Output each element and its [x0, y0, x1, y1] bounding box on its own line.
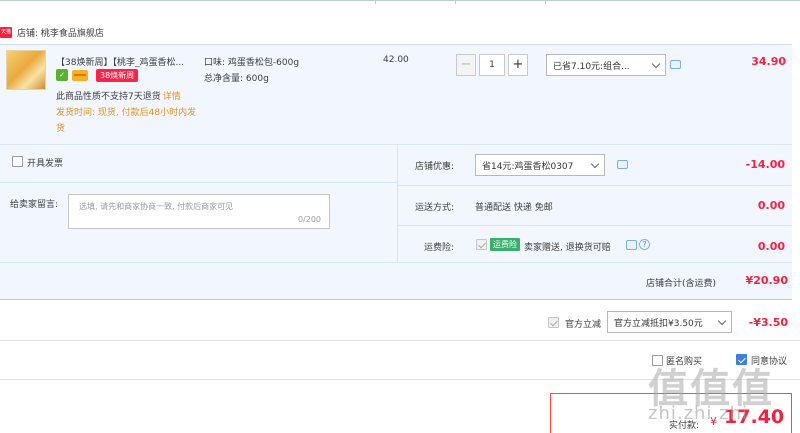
product-weight: 总净含量: 600g: [204, 74, 269, 84]
unit-price: 42.00: [383, 55, 409, 65]
seller-message-input[interactable]: 选填, 请先和商家协商一致, 付款后商家可见 0/200: [68, 194, 330, 229]
no-return-notice: 此商品性质不支持7天退货 详情: [56, 89, 181, 102]
divider: [0, 182, 397, 183]
shipping-label: 运送方式:: [415, 203, 455, 213]
help-icon[interactable]: ?: [639, 239, 650, 250]
guarantee-icon[interactable]: ✓: [56, 69, 68, 81]
tmall-badge-icon: 天猫: [0, 26, 12, 38]
official-discount-selected: 官方立减抵扣¥3.50元: [614, 318, 703, 329]
product-badges: ✓ 38焕新周: [56, 68, 139, 82]
shipping-method: 普通配送 快递 免邮: [475, 203, 553, 213]
insurance-text: 卖家赠送, 退换货可赔: [524, 243, 611, 253]
shop-name-link[interactable]: 店铺: 桃李食品旗舰店: [17, 26, 104, 39]
shop-discount-selected: 省14元:鸡蛋香松0307: [482, 161, 574, 172]
divider: [398, 225, 792, 226]
shop-discount-value: -14.00: [745, 158, 785, 171]
promo-badge: 38焕新周: [96, 68, 139, 82]
message-counter: 0/200: [297, 215, 321, 224]
official-discount-label: 官方立减: [565, 320, 602, 330]
order-item-row: 【38焕新周】【桃李_鸡蛋香松... ✓ 38焕新周 此商品性质不支持7天退货详…: [0, 44, 792, 144]
top-border: [0, 0, 800, 4]
insurance-tag: 运费险: [490, 238, 520, 251]
column-tick: [455, 1, 456, 4]
insurance-label: 运费险:: [424, 243, 455, 253]
chat-icon[interactable]: [617, 160, 628, 169]
quantity-plus-button[interactable]: +: [508, 54, 528, 76]
chevron-down-icon: [717, 316, 727, 326]
product-image[interactable]: [6, 50, 46, 90]
shop-total-label: 店铺合计(含运费): [646, 279, 717, 289]
shop-total-value: ¥20.90: [745, 274, 788, 287]
invoice-checkbox[interactable]: [12, 156, 23, 167]
divider: [397, 144, 398, 262]
official-discount-value: -¥3.50: [748, 316, 788, 329]
chevron-down-icon: [651, 59, 661, 69]
detail-link[interactable]: 详情: [163, 92, 181, 102]
insurance-checkbox: [476, 239, 487, 250]
quantity-minus-button[interactable]: −: [456, 54, 476, 76]
official-discount-checkbox: [548, 317, 559, 328]
shop-header: 天猫 店铺: 桃李食品旗舰店: [0, 22, 104, 42]
chevron-down-icon: [590, 159, 600, 169]
invoice-label[interactable]: 开具发票: [27, 156, 63, 169]
shop-discount-label: 店铺优惠:: [415, 162, 455, 172]
message-label: 给卖家留言:: [10, 200, 59, 210]
product-flavor: 口味: 鸡蛋香松包-600g: [204, 58, 300, 68]
insurance-value: 0.00: [757, 240, 785, 253]
item-subtotal: 34.90: [751, 55, 786, 68]
item-discount-select[interactable]: 已省7.10元:组合...: [546, 54, 666, 76]
credit-card-icon[interactable]: [72, 69, 88, 81]
watermark-text: zhi.zhi.zhi: [648, 403, 749, 424]
divider: [0, 340, 800, 341]
official-discount-select[interactable]: 官方立减抵扣¥3.50元: [607, 311, 732, 333]
shipping-value: 0.00: [757, 199, 785, 212]
message-placeholder: 选填, 请先和商家协商一致, 付款后商家可见: [79, 202, 234, 211]
column-tick: [545, 1, 546, 4]
ship-time-text: 发货时间: 现货, 付款后48小时内发货: [56, 108, 197, 134]
chat-icon[interactable]: [670, 60, 681, 69]
item-discount-value: 已省7.10元:组合...: [553, 61, 630, 72]
quantity-input[interactable]: 1: [479, 54, 505, 76]
no-return-text: 此商品性质不支持7天退货: [56, 92, 161, 102]
divider: [398, 185, 792, 186]
quantity-stepper: − 1 +: [456, 54, 528, 76]
shop-discount-select[interactable]: 省14元:鸡蛋香松0307: [475, 154, 605, 176]
product-title-link[interactable]: 【38焕新周】【桃李_鸡蛋香松...: [56, 55, 201, 68]
column-tick: [375, 1, 376, 4]
chat-icon[interactable]: [626, 240, 637, 250]
